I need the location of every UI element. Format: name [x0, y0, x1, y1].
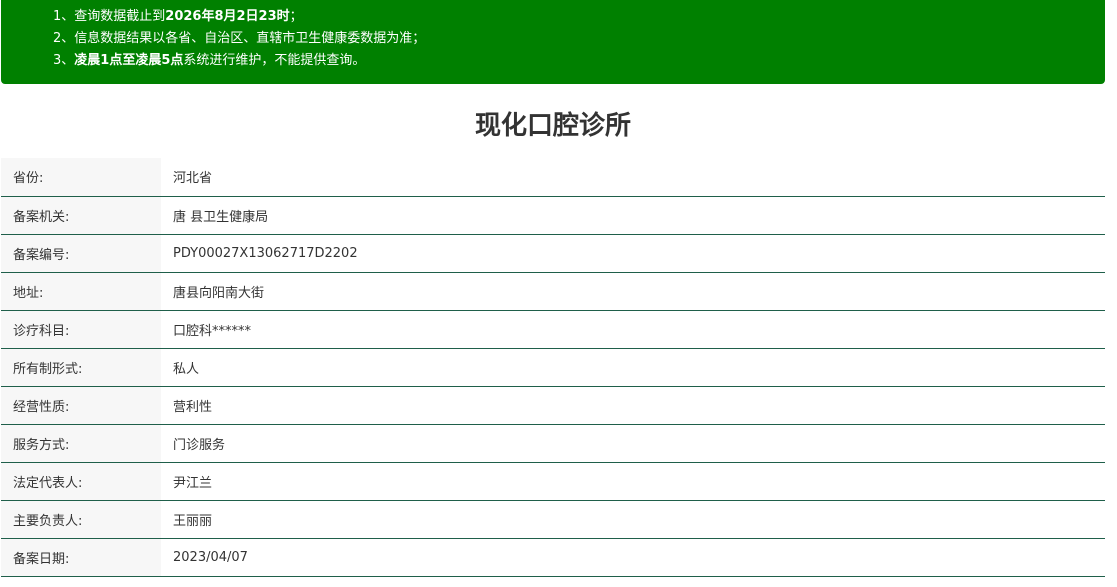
notice-line-1: 1、查询数据截止到2026年8月2日23时；	[53, 6, 1105, 28]
info-table: 省份: 河北省 备案机关: 唐 县卫生健康局 备案编号: PDY00027X13…	[1, 158, 1105, 577]
row-label: 经营性质:	[1, 386, 161, 424]
row-value: 王丽丽	[173, 513, 213, 529]
row-label: 省份:	[1, 158, 161, 196]
row-value: 营利性	[173, 399, 213, 415]
row-value: 河北省	[173, 171, 213, 187]
table-row: 备案编号: PDY00027X13062717D2202	[1, 234, 1105, 272]
row-value: 门诊服务	[173, 437, 226, 453]
row-value: 唐 县卫生健康局	[173, 209, 269, 225]
row-label: 备案编号:	[1, 234, 161, 272]
notice-line-3: 3、凌晨1点至凌晨5点系统进行维护，不能提供查询。	[53, 50, 1105, 72]
row-value: 尹江兰	[173, 475, 213, 491]
row-label: 备案日期:	[1, 538, 161, 576]
table-row: 所有制形式: 私人	[1, 348, 1105, 386]
row-label: 所有制形式:	[1, 348, 161, 386]
row-label: 服务方式:	[1, 424, 161, 462]
row-value: 私人	[173, 361, 200, 377]
page-title: 现化口腔诊所	[474, 111, 631, 141]
table-row: 诊疗科目: 口腔科******	[1, 310, 1105, 348]
row-label: 法定代表人:	[1, 462, 161, 500]
notice-line-1-suffix: ；	[289, 9, 303, 24]
row-label: 主要负责人:	[1, 500, 161, 538]
notice-line-1-bold: 2026年8月2日23时	[165, 9, 290, 24]
table-row: 地址: 唐县向阳南大街	[1, 272, 1105, 310]
table-row: 法定代表人: 尹江兰	[1, 462, 1105, 500]
table-row: 经营性质: 营利性	[1, 386, 1105, 424]
table-row: 备案日期: 2023/04/07	[1, 538, 1105, 576]
table-row: 主要负责人: 王丽丽	[1, 500, 1105, 538]
row-value: 唐县向阳南大街	[173, 285, 265, 301]
table-row: 服务方式: 门诊服务	[1, 424, 1105, 462]
notice-line-3-suffix: 系统进行维护，不能提供查询。	[183, 53, 366, 68]
row-label: 地址:	[1, 272, 161, 310]
table-row: 备案机关: 唐 县卫生健康局	[1, 196, 1105, 234]
row-value: 口腔科******	[173, 323, 252, 339]
notice-banner: 1、查询数据截止到2026年8月2日23时； 2、信息数据结果以各省、自治区、直…	[1, 0, 1105, 84]
table-row: 省份: 河北省	[1, 158, 1105, 196]
row-label: 备案机关:	[1, 196, 161, 234]
notice-line-1-prefix: 1、查询数据截止到	[53, 9, 166, 24]
row-value: PDY00027X13062717D2202	[173, 245, 358, 261]
row-label: 诊疗科目:	[1, 310, 161, 348]
notice-line-3-prefix: 3、	[53, 53, 75, 68]
notice-line-2: 2、信息数据结果以各省、自治区、直辖市卫生健康委数据为准；	[53, 31, 426, 46]
row-value: 2023/04/07	[173, 549, 248, 565]
notice-line-3-bold: 凌晨1点至凌晨5点	[74, 53, 184, 68]
